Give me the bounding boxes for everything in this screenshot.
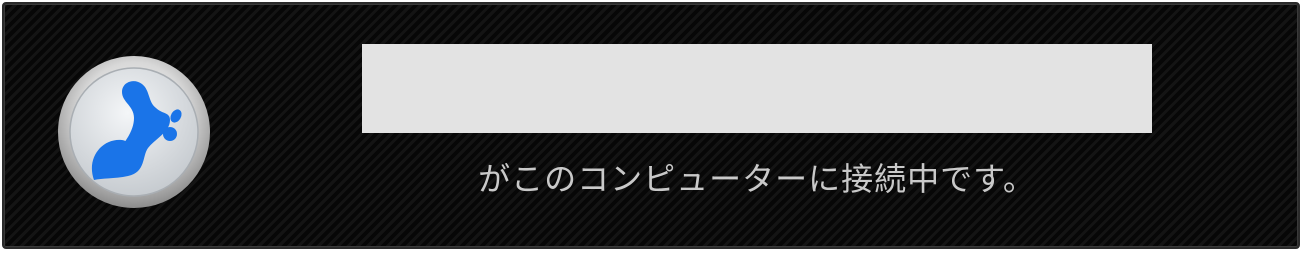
connection-message: がこのコンピューターに接続中です。 (478, 160, 1036, 198)
device-name-redacted (362, 44, 1152, 133)
splashtop-logo-icon (56, 54, 212, 210)
connection-notification: がこのコンピューターに接続中です。 (2, 2, 1300, 249)
